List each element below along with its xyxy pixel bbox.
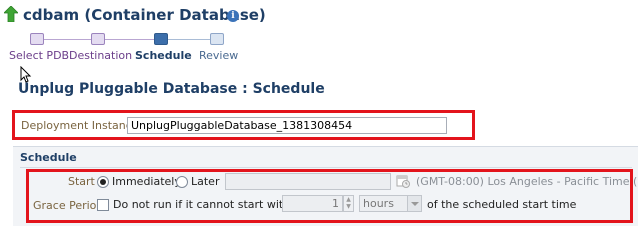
grace-period-amount-input: 1: [282, 195, 343, 212]
info-icon[interactable]: i: [227, 10, 239, 22]
grace-period-unit-value: hours: [363, 197, 394, 210]
section-divider: [20, 167, 632, 168]
start-later-label[interactable]: Later: [191, 175, 219, 188]
grace-period-amount-spinner: ▲ ▼: [343, 195, 354, 212]
start-immediately-radio[interactable]: [97, 176, 109, 188]
train-label-review[interactable]: Review: [199, 49, 238, 62]
train-connector: [105, 39, 160, 40]
train-stop-destination[interactable]: [91, 33, 105, 45]
start-immediately-label[interactable]: Immediately: [112, 175, 181, 188]
train-stop-review[interactable]: [210, 33, 224, 45]
page-title: Unplug Pluggable Database : Schedule: [18, 81, 325, 97]
train-label-schedule: Schedule: [135, 49, 192, 62]
train-connector: [161, 39, 216, 40]
timezone-text: (GMT-08:00) Los Angeles - Pacific Time (…: [416, 175, 638, 188]
train-stop-schedule: [154, 33, 168, 45]
grace-period-suffix: of the scheduled start time: [427, 198, 577, 211]
deployment-instance-input[interactable]: UnplugPluggableDatabase_1381308454: [127, 117, 447, 134]
start-later-radio[interactable]: [176, 176, 188, 188]
schedule-section-title: Schedule: [20, 151, 77, 164]
start-later-datetime-input: [225, 173, 391, 190]
calendar-icon: [396, 175, 410, 188]
chevron-down-icon: [407, 196, 421, 211]
train-label-select-pdb[interactable]: Select PDB: [9, 49, 69, 62]
spinner-down-icon: ▼: [346, 203, 351, 210]
grace-period-checkbox-label[interactable]: Do not run if it cannot start within: [113, 198, 300, 211]
grace-period-label: Grace Period: [33, 199, 104, 212]
train-label-destination[interactable]: Destination: [69, 49, 132, 62]
start-label: Start: [68, 175, 95, 188]
train-stop-select-pdb[interactable]: [30, 33, 44, 45]
grace-period-unit-select: hours: [359, 195, 422, 212]
deployment-instance-label: Deployment Instance: [21, 119, 139, 132]
spinner-up-icon: ▲: [346, 196, 351, 203]
green-up-arrow-icon: [4, 6, 18, 22]
grace-period-checkbox[interactable]: [97, 199, 109, 211]
